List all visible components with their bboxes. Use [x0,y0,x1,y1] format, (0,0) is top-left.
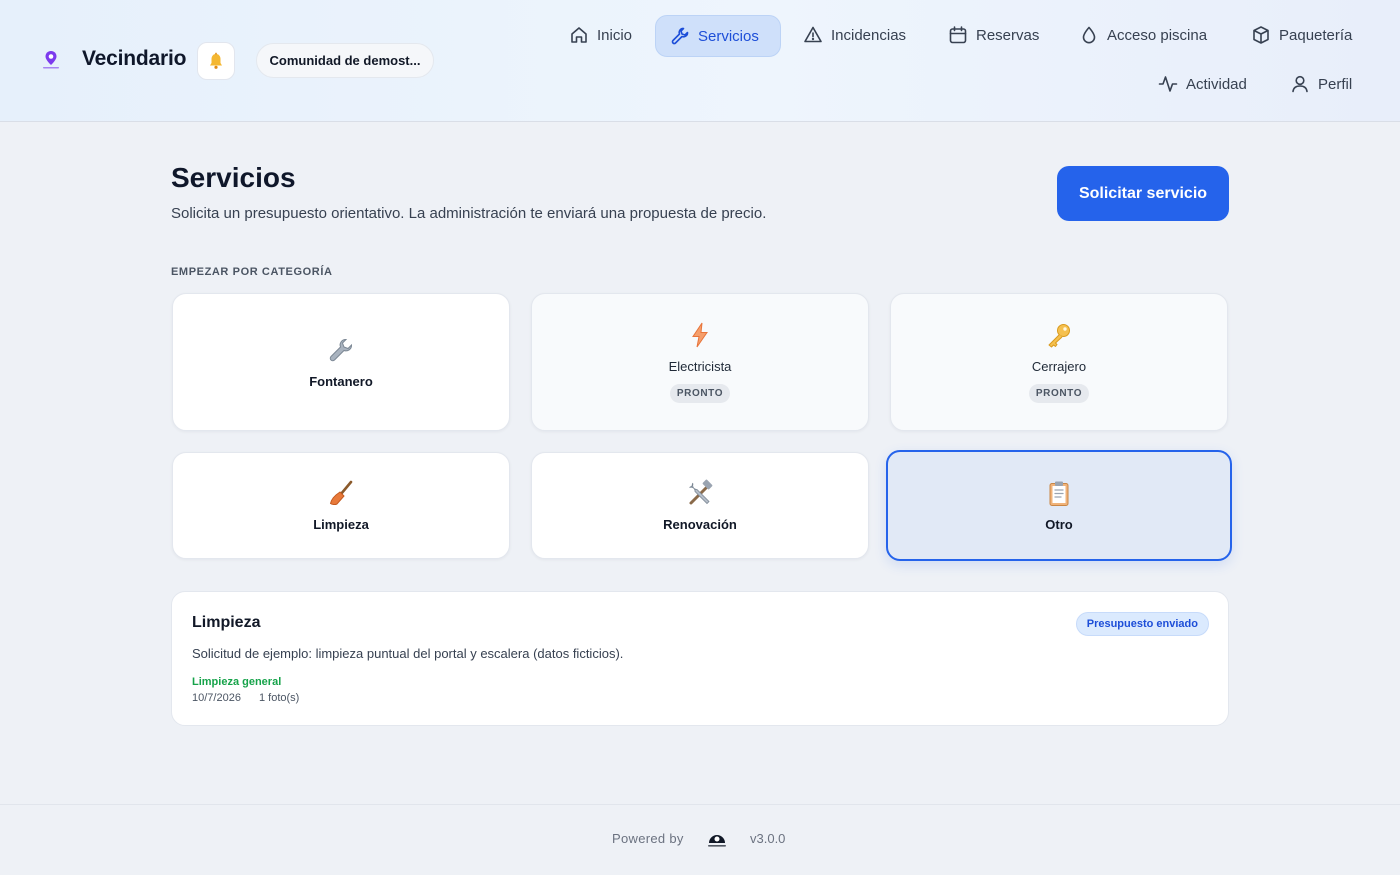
warning-triangle-icon [804,26,822,43]
category-card-limpieza[interactable]: Limpieza [172,452,510,559]
request-service-button[interactable]: Solicitar servicio [1057,166,1229,221]
community-selector[interactable]: Comunidad de demost... [256,43,434,78]
request-title: Limpieza [192,614,261,631]
category-label: Limpieza [313,517,369,532]
broom-icon [327,479,355,507]
nav-incidencias[interactable]: Incidencias [789,14,920,56]
key-icon [1045,321,1073,349]
nav-label: Servicios [698,27,759,45]
droplet-icon [1082,26,1096,44]
activity-pulse-icon [1158,76,1178,92]
coming-soon-badge: PRONTO [669,384,731,403]
notifications-button[interactable] [197,42,235,80]
home-icon [571,27,587,43]
nav-label: Actividad [1186,75,1247,93]
nav-label: Inicio [597,26,633,44]
nav-label: Perfil [1318,75,1353,93]
vendor-logo-icon[interactable] [706,829,728,849]
app-version: v3.0.0 [750,831,786,846]
nav-paqueteria[interactable]: Paquetería [1237,14,1366,56]
footer: Powered by v3.0.0 [0,804,1400,875]
category-label: Electricista [668,359,732,374]
app-name[interactable]: Vecindario [82,47,186,71]
coming-soon-badge: PRONTO [1028,384,1090,403]
category-label: Cerrajero [1031,359,1087,374]
category-label: Otro [1045,517,1073,532]
category-card-electricista[interactable]: Electricista PRONTO [531,293,869,431]
service-request-card[interactable]: Limpieza Presupuesto enviado Solicitud d… [171,591,1229,726]
category-label: Renovación [663,517,737,532]
nav-label: Paquetería [1279,26,1353,44]
category-section-label: EMPEZAR POR CATEGORÍA [171,266,333,278]
calendar-icon [949,26,967,44]
wrench-icon [327,336,355,364]
clipboard-icon [1045,479,1073,507]
powered-by-label: Powered by [612,831,684,846]
request-date: 10/7/2026 [192,692,241,704]
wrench-icon [671,27,689,45]
nav-label: Reservas [976,26,1040,44]
location-pin-logo-icon[interactable] [40,50,62,70]
nav-reservas[interactable]: Reservas [934,14,1053,56]
page-title: Servicios [171,162,296,193]
top-header: Vecindario Comunidad de demost... Inicio… [0,0,1400,122]
nav-inicio[interactable]: Inicio [555,14,646,56]
package-box-icon [1253,26,1269,44]
category-card-fontanero[interactable]: Fontanero [172,293,510,431]
nav-actividad[interactable]: Actividad [1144,63,1261,105]
category-label: Fontanero [309,373,373,389]
nav-perfil[interactable]: Perfil [1276,63,1366,105]
request-type: Limpieza general [192,676,282,688]
request-description: Solicitud de ejemplo: limpieza puntual d… [192,646,624,661]
category-card-renovacion[interactable]: Renovación [531,452,869,559]
user-icon [1292,75,1308,93]
nav-label: Acceso piscina [1107,26,1208,44]
request-photo-count: 1 foto(s) [259,692,300,704]
lightning-icon [686,321,714,349]
nav-servicios[interactable]: Servicios [655,15,781,57]
hammer-wrench-icon [686,479,714,507]
category-card-otro[interactable]: Otro [886,450,1232,561]
nav-label: Incidencias [831,26,907,44]
request-status-badge: Presupuesto enviado [1075,612,1209,636]
category-card-cerrajero[interactable]: Cerrajero PRONTO [890,293,1228,431]
nav-acceso-piscina[interactable]: Acceso piscina [1065,14,1221,56]
page-subtitle: Solicita un presupuesto orientativo. La … [171,205,767,222]
bell-icon [210,52,222,69]
